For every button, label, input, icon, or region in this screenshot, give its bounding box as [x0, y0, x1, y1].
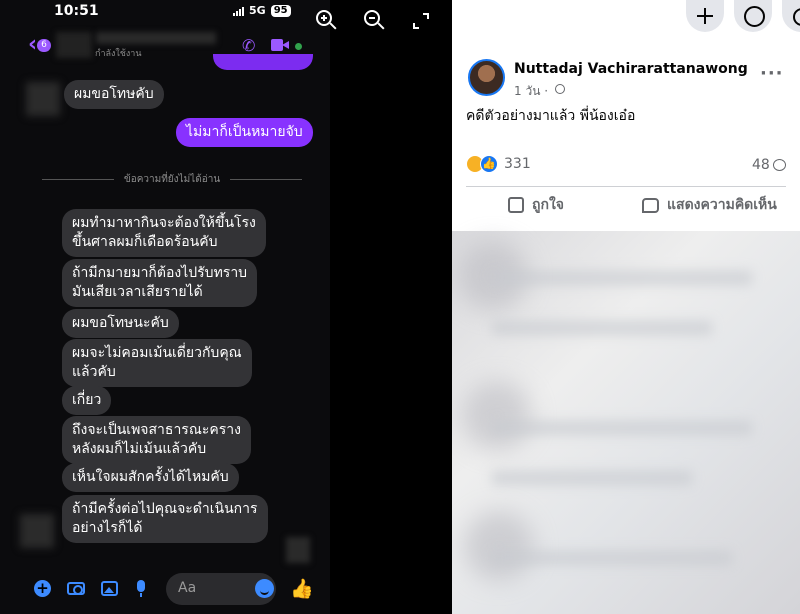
- outgoing-bubble-cropped: [213, 54, 313, 70]
- back-button[interactable]: ‹ 6: [28, 32, 51, 57]
- image-icon[interactable]: [101, 581, 118, 596]
- sender-avatar-blurred: [26, 82, 60, 116]
- incoming-message: ผมขอโทษคับ: [64, 80, 164, 109]
- chevron-left-icon: ‹: [28, 32, 38, 57]
- comment-summary[interactable]: 48: [752, 157, 786, 173]
- poster-name[interactable]: Nuttadaj Vachirarattanawong: [514, 61, 748, 77]
- post-text: คดีตัวอย่างมาแล้ว พี่น้องเอ๋อ: [466, 108, 636, 124]
- incoming-message: ถ้ามีกมายมาก็ต้องไปรับทราบ มันเสียเวลาเส…: [62, 259, 258, 307]
- incoming-message: เกี่ยว: [62, 386, 112, 415]
- blurred-avatar: [464, 511, 534, 581]
- comment-button[interactable]: แสดงความคิดเห็น: [642, 194, 777, 216]
- network-label: 5G: [249, 4, 266, 17]
- message-composer: + Aa 👍: [0, 568, 330, 614]
- status-time: 10:51: [54, 3, 99, 19]
- battery-icon: 95: [270, 4, 291, 17]
- camera-icon[interactable]: [67, 582, 85, 595]
- divider: [466, 186, 786, 187]
- reaction-count: 331: [504, 156, 531, 172]
- separator-line: [230, 178, 303, 180]
- messenger-icon[interactable]: [734, 0, 772, 32]
- separator-line: [42, 178, 114, 180]
- reaction-summary[interactable]: 👍 331: [466, 155, 531, 173]
- emoji-icon[interactable]: [255, 579, 274, 598]
- contact-avatar-blurred: [56, 32, 92, 58]
- zoom-out-icon[interactable]: [364, 10, 386, 32]
- like-button[interactable]: ถูกใจ: [508, 194, 564, 216]
- globe-icon: [555, 84, 565, 94]
- incoming-message: ผมขอโทษนะคับ: [62, 309, 179, 338]
- post-time[interactable]: 1 วัน ·: [514, 82, 548, 101]
- contact-name-blurred: [96, 32, 216, 44]
- sender-avatar-blurred: [20, 514, 54, 548]
- like-reaction-icon: 👍: [480, 155, 498, 173]
- post-card: Nuttadaj Vachirarattanawong 1 วัน · ··· …: [452, 41, 800, 231]
- read-receipt-blurred: [286, 537, 310, 563]
- unread-separator-label: ข้อความที่ยังไม่ได้อ่าน: [123, 173, 221, 185]
- plus-icon[interactable]: +: [34, 580, 51, 597]
- thumbs-up-outline-icon: [508, 197, 524, 213]
- unread-separator: ข้อความที่ยังไม่ได้อ่าน: [42, 172, 303, 186]
- phone-icon[interactable]: ✆: [242, 36, 255, 55]
- contact-status: กำลังใช้งาน: [95, 49, 142, 59]
- expand-icon[interactable]: [413, 13, 429, 29]
- incoming-message: เห็นใจผมสักครั้งได้ไหมคับ: [62, 463, 239, 492]
- unread-count-badge: 6: [37, 38, 51, 52]
- incoming-message: ถ้ามีครั้งต่อไปคุณจะดำเนินการ อย่างไรก็ไ…: [62, 495, 268, 543]
- blurred-text: [492, 271, 752, 285]
- phone-status-bar: 10:51 5G 95: [0, 0, 330, 24]
- signal-icon: [233, 6, 244, 16]
- incoming-message: ผมจะไม่คอมเม้นเดี่ยวกับคุณ แล้วคับ: [62, 339, 252, 387]
- more-options-icon[interactable]: ···: [760, 63, 784, 84]
- outgoing-message: ไม่มาก็เป็นหมายจับ: [176, 118, 313, 147]
- account-icon[interactable]: [782, 0, 800, 32]
- microphone-icon[interactable]: [137, 580, 145, 597]
- messenger-screenshot: 10:51 5G 95 ‹ 6 กำลังใช้งาน ✆ ผมขอโทษคับ…: [0, 0, 452, 614]
- comment-label: แสดงความคิดเห็น: [667, 197, 777, 213]
- video-call-icon[interactable]: [271, 39, 289, 51]
- incoming-message: ผมทำมาหากินจะต้องให้ขึ้นโรง ขึ้นศาลผมก็เ…: [62, 209, 266, 257]
- blurred-text: [492, 421, 752, 435]
- like-label: ถูกใจ: [532, 197, 564, 213]
- comment-icon: [772, 159, 786, 171]
- blurred-avatar: [462, 381, 532, 451]
- blurred-comments-area: [452, 231, 800, 614]
- facebook-post-panel: Nuttadaj Vachirarattanawong 1 วัน · ··· …: [452, 0, 800, 614]
- zoom-in-icon[interactable]: [316, 10, 338, 32]
- status-indicators: 5G 95: [233, 4, 291, 17]
- comment-count: 48: [752, 157, 770, 173]
- blurred-text: [492, 551, 732, 565]
- thumbs-up-icon[interactable]: 👍: [290, 577, 314, 600]
- speech-bubble-icon: [642, 197, 659, 213]
- blurred-text: [492, 471, 692, 485]
- online-indicator: [295, 43, 302, 50]
- incoming-message: ถึงจะเป็นเพจสาธารณะคราง หลังผมก็ไม่เม้นแ…: [62, 416, 251, 464]
- blurred-text: [492, 321, 712, 335]
- poster-avatar[interactable]: [468, 59, 505, 96]
- chat-screen: 10:51 5G 95 ‹ 6 กำลังใช้งาน ✆ ผมขอโทษคับ…: [0, 0, 330, 614]
- create-plus-icon[interactable]: [686, 0, 724, 32]
